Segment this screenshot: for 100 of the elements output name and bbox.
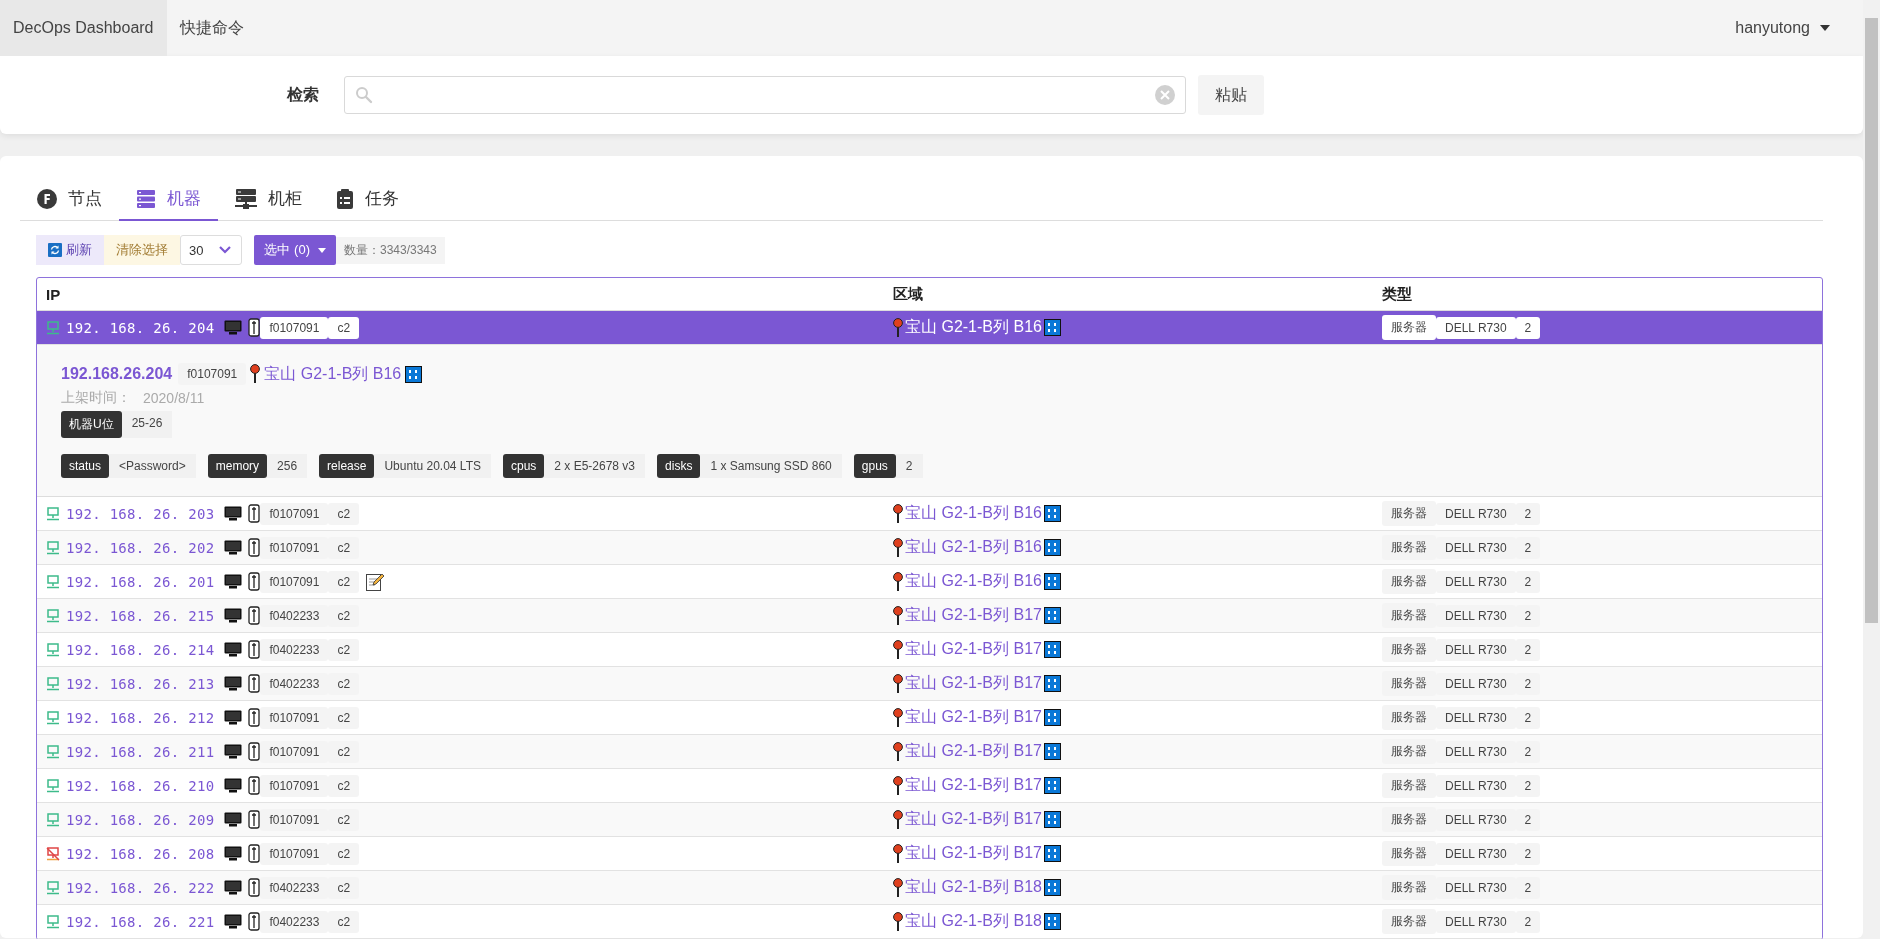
clear-selection-button[interactable]: 清除选择	[104, 235, 180, 265]
number-grid-icon	[1043, 879, 1061, 896]
ip-link[interactable]: 192. 168. 26. 222	[66, 879, 215, 896]
tower-icon	[248, 640, 261, 659]
monitor-icon	[224, 744, 243, 759]
ip-link[interactable]: 192. 168. 26. 202	[66, 539, 215, 556]
ip-link[interactable]: 192. 168. 26. 221	[66, 913, 215, 930]
ip-link[interactable]: 192. 168. 26. 204	[66, 319, 215, 336]
type-tag: 服务器	[1382, 909, 1436, 934]
column-header: 区域	[893, 284, 924, 304]
table-row[interactable]: 192. 168. 26. 204 f0107091 c2 宝山 G2-1-B列 B16 服务器 DELL R730 2	[37, 311, 1822, 345]
type-tag: 服务器	[1382, 315, 1436, 340]
ip-link[interactable]: 192. 168. 26. 201	[66, 573, 215, 590]
cabinet-tag: f0107091	[260, 570, 329, 593]
table-row[interactable]: 192. 168. 26. 211 f0107091 c2 宝山 G2-1-B列 B17 服务器 DELL R730 2	[37, 735, 1822, 769]
table-row[interactable]: 192. 168. 26. 213 f0402233 c2 宝山 G2-1-B列 B17 服务器 DELL R730 2	[37, 667, 1822, 701]
ip-link[interactable]: 192. 168. 26. 210	[66, 777, 215, 794]
region-link[interactable]: 宝山 G2-1-B列 B16	[905, 537, 1042, 558]
attribute-key: cpus	[502, 454, 545, 478]
refresh-button[interactable]: 刷新	[36, 235, 104, 265]
region-link[interactable]: 宝山 G2-1-B列 B16	[264, 363, 402, 385]
attribute-value: 256	[267, 454, 308, 478]
ip-link[interactable]: 192. 168. 26. 213	[66, 675, 215, 692]
cabinet-tag: f0107091	[260, 808, 329, 831]
table-row[interactable]: 192. 168. 26. 209 f0107091 c2 宝山 G2-1-B列 B17 服务器 DELL R730 2	[37, 803, 1822, 837]
nav-link[interactable]: 快捷命令	[166, 17, 257, 39]
region-link[interactable]: 宝山 G2-1-B列 B17	[905, 741, 1042, 762]
clear-icon[interactable]	[1155, 85, 1175, 105]
cluster-tag: c2	[328, 316, 360, 339]
selected-dropdown-button[interactable]: 选中 (0)	[254, 235, 336, 265]
tower-icon	[248, 318, 261, 337]
tower-icon	[248, 674, 261, 693]
monitor-icon	[224, 914, 243, 929]
tower-icon	[248, 878, 261, 897]
model-tag: DELL R730	[1436, 536, 1516, 559]
ip-link[interactable]: 192. 168. 26. 215	[66, 607, 215, 624]
table-row[interactable]: 192. 168. 26. 222 f0402233 c2 宝山 G2-1-B列 B18 服务器 DELL R730 2	[37, 871, 1822, 905]
cabinet-tag: f0402233	[260, 910, 329, 933]
region-link[interactable]: 宝山 G2-1-B列 B17	[905, 673, 1042, 694]
pin-icon	[893, 639, 903, 660]
tower-icon	[248, 742, 261, 761]
cluster-tag: c2	[328, 910, 360, 933]
ip-link[interactable]: 192. 168. 26. 212	[66, 709, 215, 726]
region-link[interactable]: 宝山 G2-1-B列 B18	[905, 877, 1042, 898]
ip-link[interactable]: 192. 168. 26. 203	[66, 505, 215, 522]
tab[interactable]: 任务	[319, 178, 416, 221]
ip-link[interactable]: 192. 168. 26. 209	[66, 811, 215, 828]
cabinet-tag: f0107091	[260, 502, 329, 525]
model-tag: DELL R730	[1436, 774, 1516, 797]
scrollbar[interactable]	[1863, 0, 1880, 939]
cluster-tag: c2	[328, 604, 360, 627]
table-row[interactable]: 192. 168. 26. 215 f0402233 c2 宝山 G2-1-B列 B17 服务器 DELL R730 2	[37, 599, 1822, 633]
pin-icon	[893, 673, 903, 694]
scrollbar-thumb[interactable]	[1865, 18, 1878, 623]
cluster-tag: c2	[328, 740, 360, 763]
ip-link[interactable]: 192. 168. 26. 208	[66, 845, 215, 862]
region-link[interactable]: 宝山 G2-1-B列 B16	[905, 317, 1042, 338]
table-row[interactable]: 192. 168. 26. 202 f0107091 c2 宝山 G2-1-B列 B16 服务器 DELL R730 2	[37, 531, 1822, 565]
region-link[interactable]: 宝山 G2-1-B列 B17	[905, 707, 1042, 728]
model-tag: DELL R730	[1436, 672, 1516, 695]
pin-icon	[893, 809, 903, 830]
region-link[interactable]: 宝山 G2-1-B列 B16	[905, 571, 1042, 592]
number-grid-icon	[1043, 709, 1061, 726]
attribute-value: Ubuntu 20.04 LTS	[374, 454, 491, 478]
page-size-select[interactable]: 30	[180, 235, 243, 265]
region-link[interactable]: 宝山 G2-1-B列 B18	[905, 911, 1042, 932]
model-tag: DELL R730	[1436, 638, 1516, 661]
gpu-count-tag: 2	[1515, 638, 1541, 661]
region-link[interactable]: 宝山 G2-1-B列 B17	[905, 809, 1042, 830]
cluster-tag: c2	[328, 672, 360, 695]
region-link[interactable]: 宝山 G2-1-B列 B16	[905, 503, 1042, 524]
search-label: 检索	[287, 84, 320, 105]
monitor-icon	[224, 846, 243, 861]
region-link[interactable]: 宝山 G2-1-B列 B17	[905, 639, 1042, 660]
type-tag: 服务器	[1382, 807, 1436, 832]
region-link[interactable]: 宝山 G2-1-B列 B17	[905, 775, 1042, 796]
tab[interactable]: 节点	[20, 178, 119, 221]
tab[interactable]: 机柜	[218, 178, 319, 221]
paste-button[interactable]: 粘贴	[1198, 75, 1264, 115]
type-tag: 服务器	[1382, 773, 1436, 798]
cluster-tag: c2	[328, 876, 360, 899]
tower-icon	[248, 708, 261, 727]
ip-link[interactable]: 192. 168. 26. 214	[66, 641, 215, 658]
number-grid-icon	[1043, 845, 1061, 862]
attribute-key: memory	[207, 454, 268, 478]
region-link[interactable]: 宝山 G2-1-B列 B17	[905, 843, 1042, 864]
tab[interactable]: 机器	[119, 178, 218, 221]
brand-link[interactable]: DecOps Dashboard	[0, 0, 167, 56]
count-label: 数量：3343/3343	[335, 236, 445, 264]
monitor-icon	[224, 540, 243, 555]
monitor-icon	[224, 812, 243, 827]
caret-icon	[1820, 25, 1830, 31]
user-menu[interactable]: hanyutong	[1735, 19, 1830, 37]
gpu-count-tag: 2	[1515, 570, 1541, 593]
region-link[interactable]: 宝山 G2-1-B列 B17	[905, 605, 1042, 626]
ip-link[interactable]: 192. 168. 26. 211	[66, 743, 215, 760]
number-grid-icon	[1043, 811, 1061, 828]
search-field[interactable]	[344, 76, 1186, 114]
attribute-value: 25-26	[121, 411, 173, 438]
cabinet-tag: f0107091	[260, 536, 329, 559]
